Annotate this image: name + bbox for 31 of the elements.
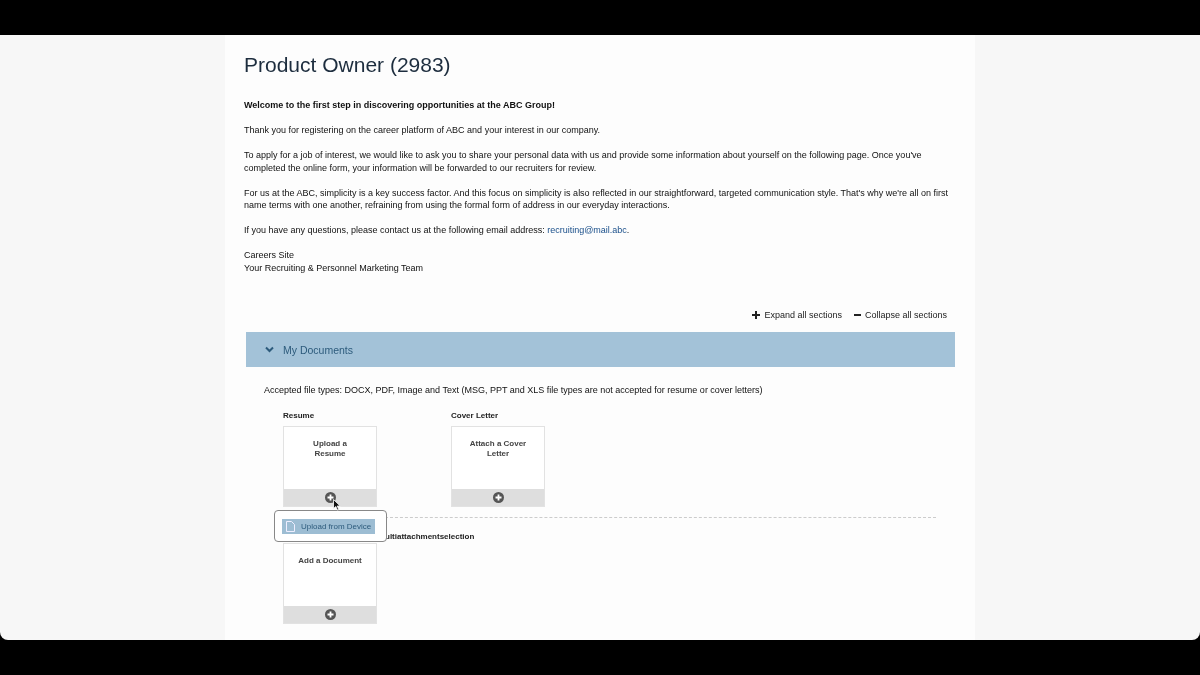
intro-paragraph: Thank you for registering on the career platform of ABC and your interest in our company. xyxy=(244,124,601,137)
upload-label: Resume xyxy=(283,410,316,420)
card-text: Upload a Resume xyxy=(312,437,348,460)
menu-item[interactable]: Upload from Device xyxy=(282,518,376,534)
document-icon xyxy=(286,520,295,532)
add-icon[interactable] xyxy=(324,491,336,503)
minus-icon xyxy=(853,311,861,319)
upload-card[interactable]: Upload a Resume xyxy=(283,425,377,507)
add-icon[interactable] xyxy=(324,608,336,620)
upload-card[interactable]: Add a Document xyxy=(283,542,377,624)
welcome-heading: Welcome to the first step in discovering opportunities at the ABC Group! xyxy=(244,99,557,112)
page-title: Product Owner (2983) xyxy=(244,53,452,77)
file-types-note: Accepted file types: DOCX, PDF, Image and Text (MSG, PPT and XLS file types are not accepted for resume or cover letters) xyxy=(264,384,764,397)
signature-line: Careers Site xyxy=(244,249,296,262)
intro-paragraph: To apply for a job of interest, we would like to ask you to share your personal data with us and provide some information about yourself on the following page. Once you've completed the online form, your information will be forwarded to our recruiters for review. xyxy=(244,149,923,174)
upload-label: Cover Letter xyxy=(451,410,500,420)
intro-paragraph: For us at the ABC, simplicity is a key success factor. And this focus on simplicity is also reflected in our straightforward, targeted communication style. That's why we're all on first name terms with one another, refraining from using the formal form of address in our everyday interactions. xyxy=(244,186,950,212)
expand-all-button[interactable]: Expand all sections xyxy=(752,310,842,320)
upload-label: ultiattachmentselection xyxy=(385,531,476,541)
plus-icon xyxy=(752,311,761,319)
collapse-all-button[interactable]: Collapse all sections xyxy=(853,310,947,320)
card-text: Attach a Cover Letter xyxy=(468,437,528,460)
card-text: Add a Document xyxy=(297,554,363,567)
section-title: My Documents xyxy=(283,343,354,356)
contact-paragraph: If you have any questions, please contact us at the following email address: recruiting@mail.abc. xyxy=(244,224,631,237)
section-header[interactable]: My Documents xyxy=(246,332,955,367)
email-link[interactable]: recruiting@mail.abc xyxy=(547,225,627,235)
add-icon[interactable] xyxy=(492,491,504,503)
chevron-icon xyxy=(265,346,274,353)
upload-card[interactable]: Attach a Cover Letter xyxy=(451,425,545,507)
signature-line: Your Recruiting & Personnel Marketing Team xyxy=(244,261,425,274)
